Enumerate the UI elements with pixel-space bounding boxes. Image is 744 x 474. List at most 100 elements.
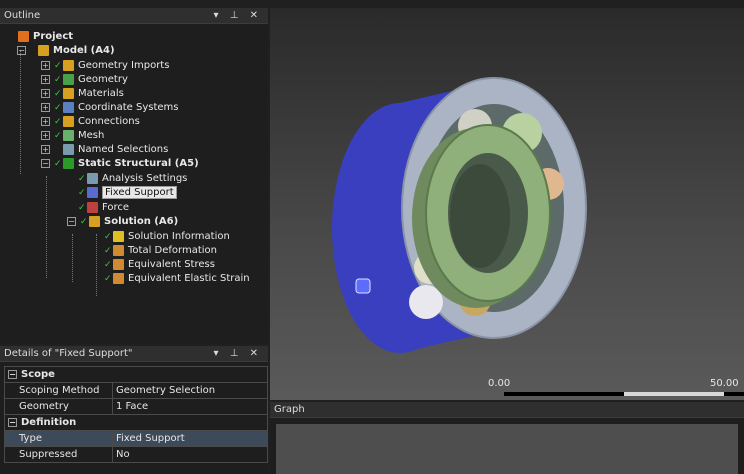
tree-item-total-deformation[interactable]: ✓ Total Deformation	[104, 244, 217, 258]
graph-canvas[interactable]	[276, 424, 738, 474]
check-icon: ✓	[104, 246, 112, 256]
tree-item-analysis-settings[interactable]: ✓ Analysis Settings	[78, 172, 187, 186]
tree-line	[46, 176, 47, 278]
named-selections-icon	[63, 143, 74, 155]
graph-panel-header: Graph	[270, 402, 744, 418]
details-panel-header: Details of "Fixed Support" ▾ ⊥ ✕	[0, 346, 268, 362]
suppressed-value[interactable]: No	[112, 446, 268, 463]
expand-toggle[interactable]: +	[41, 61, 50, 70]
tree-item-equivalent-stress[interactable]: ✓ Equivalent Stress	[104, 258, 215, 272]
collapse-toggle[interactable]: −	[17, 46, 26, 55]
materials-icon	[63, 87, 74, 99]
connections-icon	[63, 115, 74, 127]
inner-ring-bore-depth	[450, 164, 510, 268]
tree-line	[72, 234, 73, 282]
static-structural-icon	[63, 157, 74, 169]
graph-panel	[270, 418, 744, 474]
section-scope[interactable]: − Scope	[4, 366, 268, 383]
expand-toggle[interactable]: +	[41, 89, 50, 98]
outline-panel-header: Outline ▾ ⊥ ✕	[0, 8, 268, 24]
bearing-model[interactable]	[270, 8, 744, 400]
model-icon	[38, 44, 49, 56]
graphics-viewport[interactable]: 0.00 50.00	[270, 8, 744, 400]
tree-item-static-structural[interactable]: ✓ Static Structural (A5)	[54, 157, 199, 171]
row-type[interactable]: Type Fixed Support	[4, 430, 268, 447]
outline-tree: Project − Model (A4) + ✓ Geometry Imports…	[0, 24, 268, 344]
scale-bar-dark	[504, 392, 624, 396]
suppressed-label: Suppressed	[4, 446, 113, 463]
total-deformation-icon	[113, 244, 124, 256]
details-panel: − Scope Scoping Method Geometry Selection…	[0, 362, 268, 474]
check-icon: ✓	[54, 89, 62, 99]
type-value[interactable]: Fixed Support	[112, 430, 268, 447]
solution-information-icon	[113, 230, 124, 242]
scale-bar-light	[624, 392, 724, 396]
tree-line	[20, 50, 21, 174]
expand-toggle[interactable]: +	[41, 117, 50, 126]
geometry-imports-icon	[63, 59, 74, 71]
mesh-icon	[63, 129, 74, 141]
check-icon: ✓	[54, 159, 62, 169]
scale-label-left: 0.00	[488, 378, 511, 389]
check-icon: ✓	[80, 217, 88, 227]
tree-line	[96, 234, 97, 296]
row-scoping-method[interactable]: Scoping Method Geometry Selection	[4, 382, 268, 399]
tree-item-fixed-support[interactable]: ✓ Fixed Support	[78, 186, 177, 200]
expand-toggle[interactable]: +	[41, 145, 50, 154]
scale-bar-dark	[724, 392, 744, 396]
tree-item-solution[interactable]: ✓ Solution (A6)	[80, 215, 178, 229]
geometry-value[interactable]: 1 Face	[112, 398, 268, 415]
check-icon: ✓	[54, 131, 62, 141]
check-icon: ✓	[54, 61, 62, 71]
equivalent-elastic-strain-icon	[113, 272, 124, 284]
project-icon	[18, 30, 29, 42]
geometry-label: Geometry	[4, 398, 113, 415]
check-icon: ✓	[104, 274, 112, 284]
tree-item-solution-information[interactable]: ✓ Solution Information	[104, 230, 230, 244]
tree-item-materials[interactable]: ✓ Materials	[54, 87, 124, 101]
collapse-toggle[interactable]: −	[8, 370, 17, 379]
tree-item-geometry-imports[interactable]: ✓ Geometry Imports	[54, 59, 169, 73]
check-icon: ✓	[78, 188, 86, 198]
tree-item-named-selections[interactable]: Named Selections	[54, 143, 168, 157]
tree-item-project[interactable]: Project	[18, 30, 73, 44]
selection-marker[interactable]	[355, 278, 371, 294]
check-icon: ✓	[78, 203, 86, 213]
expand-toggle[interactable]: +	[41, 103, 50, 112]
geometry-icon	[63, 73, 74, 85]
check-icon: ✓	[104, 232, 112, 242]
outline-panel-controls[interactable]: ▾ ⊥ ✕	[214, 8, 262, 24]
check-icon: ✓	[54, 103, 62, 113]
collapse-toggle[interactable]: −	[67, 217, 76, 226]
tree-item-connections[interactable]: ✓ Connections	[54, 115, 140, 129]
check-icon: ✓	[54, 117, 62, 127]
fixed-support-icon	[87, 186, 98, 198]
tree-item-coordinate-systems[interactable]: ✓ Coordinate Systems	[54, 101, 179, 115]
check-icon: ✓	[78, 174, 86, 184]
expand-toggle[interactable]: +	[41, 131, 50, 140]
outline-title: Outline	[4, 10, 41, 21]
solution-icon	[89, 215, 100, 227]
tree-item-mesh[interactable]: ✓ Mesh	[54, 129, 104, 143]
row-geometry[interactable]: Geometry 1 Face	[4, 398, 268, 415]
tree-item-force[interactable]: ✓ Force	[78, 201, 129, 215]
collapse-toggle[interactable]: −	[41, 159, 50, 168]
collapse-toggle[interactable]: −	[8, 418, 17, 427]
tree-item-equivalent-elastic-strain[interactable]: ✓ Equivalent Elastic Strain	[104, 272, 250, 286]
scoping-method-label: Scoping Method	[4, 382, 113, 399]
type-label: Type	[4, 430, 113, 447]
expand-toggle[interactable]: +	[41, 75, 50, 84]
details-grid: − Scope Scoping Method Geometry Selection…	[4, 366, 268, 463]
tree-item-geometry[interactable]: ✓ Geometry	[54, 73, 128, 87]
equivalent-stress-icon	[113, 258, 124, 270]
scale-label-right: 50.00	[710, 378, 739, 389]
row-suppressed[interactable]: Suppressed No	[4, 446, 268, 463]
section-definition[interactable]: − Definition	[4, 414, 268, 431]
coordinate-systems-icon	[63, 101, 74, 113]
details-title: Details of "Fixed Support"	[4, 348, 133, 359]
scoping-method-value[interactable]: Geometry Selection	[112, 382, 268, 399]
analysis-settings-icon	[87, 172, 98, 184]
check-icon: ✓	[104, 260, 112, 270]
details-panel-controls[interactable]: ▾ ⊥ ✕	[214, 346, 262, 362]
tree-item-model[interactable]: Model (A4)	[38, 44, 115, 58]
